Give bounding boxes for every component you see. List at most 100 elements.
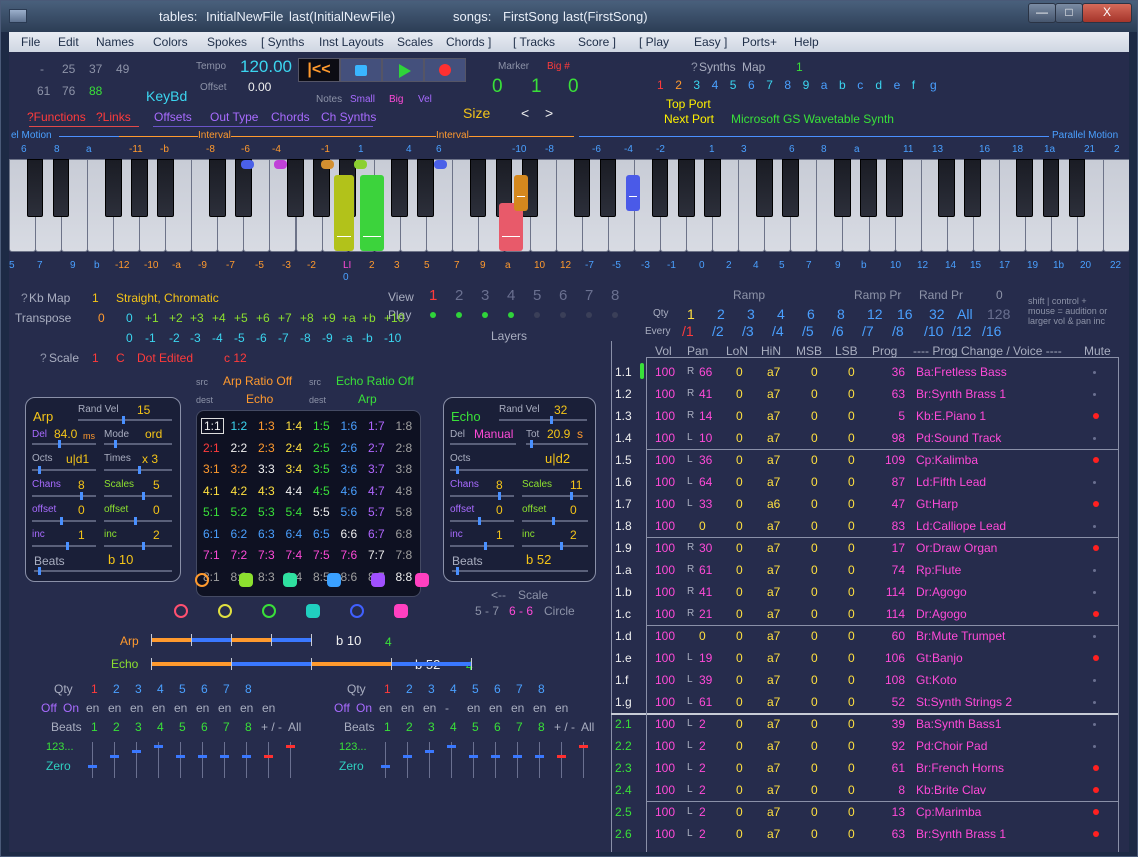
channel-b[interactable]: b bbox=[839, 78, 846, 92]
arp-beat-8[interactable]: 8 bbox=[245, 720, 252, 734]
mixer-voice[interactable]: Dr:Agogo bbox=[916, 607, 967, 621]
channel-g[interactable]: g bbox=[930, 78, 937, 92]
mute-toggle[interactable] bbox=[1093, 679, 1096, 682]
transpose-up-10[interactable]: +a bbox=[342, 311, 356, 325]
mixer-lsb[interactable]: 0 bbox=[848, 651, 855, 665]
mixer-lr[interactable]: L bbox=[687, 497, 693, 511]
mixer-prog[interactable]: 39 bbox=[879, 717, 905, 731]
echo-tot-handle[interactable] bbox=[530, 440, 533, 448]
mixer-pan[interactable]: 2 bbox=[699, 783, 706, 797]
mixer-voice[interactable]: Ld:Calliope Lead bbox=[916, 519, 1006, 533]
echo-velocity-slider[interactable] bbox=[517, 742, 518, 778]
arp-mode-handle[interactable] bbox=[114, 440, 117, 448]
mixer-vol[interactable]: 100 bbox=[655, 827, 675, 841]
mixer-hin[interactable]: a7 bbox=[767, 475, 780, 489]
ramp-qty-5[interactable]: 8 bbox=[837, 307, 845, 322]
echo-scales-slider[interactable] bbox=[522, 495, 588, 497]
mixer-lsb[interactable]: 0 bbox=[848, 519, 855, 533]
arp-offset-slider[interactable] bbox=[32, 520, 96, 522]
mixer-pan[interactable]: 10 bbox=[699, 431, 712, 445]
black-key[interactable] bbox=[964, 159, 982, 217]
echo-randvel[interactable]: 32 bbox=[554, 403, 567, 417]
mixer-pan[interactable]: 61 bbox=[699, 695, 712, 709]
mute-toggle[interactable] bbox=[1093, 723, 1096, 726]
mixer-prog[interactable]: 5 bbox=[879, 409, 905, 423]
ratio-cell[interactable]: 6:5 bbox=[313, 527, 330, 541]
mixer-lr[interactable]: R bbox=[687, 585, 694, 599]
channel-id[interactable]: 2.4 bbox=[615, 783, 632, 797]
channel-5[interactable]: 5 bbox=[730, 78, 737, 92]
echo-offset2-handle[interactable] bbox=[552, 517, 555, 525]
arp-velocity-slider[interactable] bbox=[268, 742, 269, 778]
mixer-row[interactable]: 1.d 100 0 0 a7 0 0 60 Br:Mute Trumpet bbox=[615, 625, 1127, 647]
kbmap-label[interactable]: Kb Map bbox=[29, 291, 70, 305]
mixer-pan[interactable]: 2 bbox=[699, 717, 706, 731]
mixer-pan[interactable]: 0 bbox=[699, 519, 706, 533]
ratio-cell[interactable]: 3:4 bbox=[286, 462, 303, 476]
menu-colors[interactable]: Colors bbox=[153, 35, 188, 49]
echo-qty-7[interactable]: 7 bbox=[516, 682, 523, 696]
mixer-lon[interactable]: 0 bbox=[736, 365, 743, 379]
arp-offset2[interactable]: 0 bbox=[153, 503, 160, 517]
arp-beat-4[interactable]: 4 bbox=[157, 720, 164, 734]
mute-toggle[interactable] bbox=[1093, 635, 1096, 638]
mixer-hin[interactable]: a7 bbox=[767, 629, 780, 643]
arp-del-handle[interactable] bbox=[58, 440, 61, 448]
mixer-lsb[interactable]: 0 bbox=[848, 607, 855, 621]
mixer-row[interactable]: 1.g 100 L 61 0 a7 0 0 52 St:Synth Strings 2 bbox=[615, 691, 1127, 713]
ratio-cell[interactable]: 2:6 bbox=[341, 441, 358, 455]
ratio-cell[interactable]: 1:6 bbox=[341, 419, 358, 433]
record-button[interactable] bbox=[424, 58, 466, 82]
mixer-prog[interactable]: 74 bbox=[879, 563, 905, 577]
ratio-cell[interactable]: 1:4 bbox=[286, 419, 303, 433]
echo-scales[interactable]: 11 bbox=[570, 478, 582, 492]
ratio-cell[interactable]: 6:1 bbox=[203, 527, 220, 541]
mixer-voice[interactable]: Cp:Marimba bbox=[916, 805, 981, 819]
mixer-lon[interactable]: 0 bbox=[736, 783, 743, 797]
color-swatch[interactable] bbox=[371, 573, 385, 587]
arp-beats[interactable]: b 10 bbox=[108, 553, 133, 567]
black-key[interactable] bbox=[860, 159, 877, 217]
mixer-lsb[interactable]: 0 bbox=[848, 629, 855, 643]
echo-offset-handle[interactable] bbox=[478, 517, 481, 525]
echo-beat-5[interactable]: 5 bbox=[472, 720, 479, 734]
mixer-pan[interactable]: 2 bbox=[699, 827, 706, 841]
mixer-prog[interactable]: 17 bbox=[879, 541, 905, 555]
mute-toggle[interactable] bbox=[1093, 393, 1096, 396]
channel-id[interactable]: 1.7 bbox=[615, 497, 632, 511]
play-layer-led[interactable] bbox=[612, 312, 618, 318]
menu-help[interactable]: Help bbox=[794, 35, 819, 49]
arp-beats-handle[interactable] bbox=[38, 567, 41, 575]
mixer-lr[interactable]: R bbox=[687, 365, 694, 379]
ratio-cell[interactable]: 7:4 bbox=[286, 548, 303, 562]
echo-velocity-handle[interactable] bbox=[513, 755, 522, 758]
mixer-msb[interactable]: 0 bbox=[811, 453, 818, 467]
maximize-button[interactable]: □ bbox=[1055, 3, 1083, 23]
scale-key[interactable]: C bbox=[116, 351, 125, 365]
echo-velocity-slider[interactable] bbox=[561, 742, 562, 778]
arp-randvel-slider[interactable] bbox=[78, 419, 172, 421]
mixer-prog[interactable]: 108 bbox=[879, 673, 905, 687]
echo-inc2-slider[interactable] bbox=[522, 545, 588, 547]
echo-plusminus[interactable]: + / - bbox=[554, 720, 575, 734]
color-swatch[interactable] bbox=[218, 604, 232, 618]
ratio-cell[interactable]: 2:2 bbox=[231, 441, 248, 455]
ramp-qty-1[interactable]: 2 bbox=[717, 307, 725, 322]
ratio-cell[interactable]: 2:4 bbox=[286, 441, 303, 455]
menu-edit[interactable]: Edit bbox=[58, 35, 79, 49]
arp-velocity-handle[interactable] bbox=[154, 745, 163, 748]
echo-octs[interactable]: u|d2 bbox=[545, 452, 570, 466]
mixer-hin[interactable]: a7 bbox=[767, 761, 780, 775]
mute-toggle[interactable] bbox=[1093, 545, 1099, 551]
black-key[interactable] bbox=[886, 159, 903, 217]
mixer-row[interactable]: 2.6 100 L 2 0 a7 0 0 63 Br:Synth Brass 1 bbox=[615, 823, 1127, 845]
mixer-lr[interactable]: L bbox=[687, 475, 693, 489]
echo-velocity-handle[interactable] bbox=[491, 755, 500, 758]
echo-beats-handle[interactable] bbox=[456, 567, 459, 575]
arp-scales-slider[interactable] bbox=[104, 495, 172, 497]
mixer-row[interactable]: 1.5 100 L 36 0 a7 0 0 109 Cp:Kalimba bbox=[615, 449, 1127, 471]
color-swatch[interactable] bbox=[350, 604, 364, 618]
mixer-lon[interactable]: 0 bbox=[736, 673, 743, 687]
kb-size-61[interactable]: 61 bbox=[37, 84, 50, 98]
arp-qty-7[interactable]: 7 bbox=[223, 682, 230, 696]
